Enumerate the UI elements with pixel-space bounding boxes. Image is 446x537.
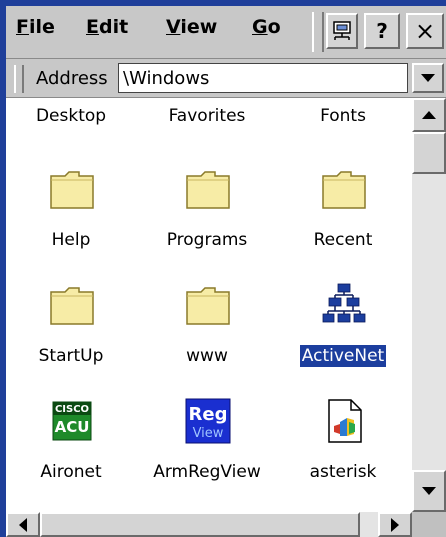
menu-edit-accel: E bbox=[86, 16, 99, 38]
menu-go-label: o bbox=[267, 16, 281, 38]
address-dropdown-button[interactable] bbox=[412, 63, 444, 93]
menu-view-accel: V bbox=[166, 16, 181, 38]
toolbar-grip[interactable] bbox=[312, 12, 324, 52]
item-label: Aironet bbox=[6, 462, 136, 482]
item-label-text: Help bbox=[51, 230, 91, 250]
network-drive-icon bbox=[333, 21, 351, 40]
close-button[interactable]: × bbox=[406, 13, 444, 49]
shortcut-item-aironet[interactable]: CISCO ACU Aironet bbox=[6, 398, 136, 508]
folder-item-www[interactable]: www bbox=[142, 282, 272, 392]
scroll-left-button[interactable] bbox=[6, 512, 40, 537]
menu-edit[interactable]: Edit bbox=[86, 16, 128, 38]
item-label-favorites[interactable]: Favorites bbox=[142, 106, 272, 126]
folder-item-programs[interactable]: Programs bbox=[142, 166, 272, 276]
regview-icon-text-top: Reg bbox=[189, 404, 228, 425]
close-icon: × bbox=[414, 17, 436, 45]
item-label: ActiveNet bbox=[278, 344, 408, 368]
help-button[interactable]: ? bbox=[364, 13, 400, 49]
item-label-text: ArmRegView bbox=[153, 462, 261, 482]
item-label-text: www bbox=[186, 346, 228, 366]
explorer-window: File Edit View Go ? × Address Desktop Fa… bbox=[6, 6, 446, 537]
item-label: ArmRegView bbox=[142, 462, 272, 482]
arrow-right-icon bbox=[391, 517, 399, 532]
folder-item-help[interactable]: Help bbox=[6, 166, 136, 276]
device-frame: File Edit View Go ? × Address Desktop Fa… bbox=[0, 0, 446, 537]
menu-view[interactable]: View bbox=[166, 16, 217, 38]
folder-icon bbox=[186, 287, 230, 325]
item-label: Help bbox=[6, 230, 136, 250]
horizontal-scroll-thumb[interactable] bbox=[40, 512, 360, 537]
menu-bar: File Edit View Go ? × bbox=[6, 6, 446, 59]
item-label-text: Programs bbox=[166, 230, 248, 250]
menu-file-accel: F bbox=[16, 16, 29, 38]
item-label-text: Recent bbox=[313, 230, 373, 250]
vertical-scroll-thumb[interactable] bbox=[412, 132, 446, 174]
scrollbar-corner bbox=[412, 512, 446, 537]
item-label: StartUp bbox=[6, 346, 136, 366]
item-label-desktop[interactable]: Desktop bbox=[6, 106, 136, 126]
address-bar-grip[interactable] bbox=[14, 65, 24, 93]
menu-file-label: ile bbox=[28, 16, 55, 38]
menu-go[interactable]: Go bbox=[252, 16, 281, 38]
arrow-up-icon bbox=[422, 111, 436, 119]
cisco-acu-icon: CISCO ACU bbox=[52, 401, 92, 441]
shortcut-item-armregview[interactable]: Reg View ArmRegView bbox=[142, 398, 272, 508]
network-icon bbox=[322, 283, 366, 323]
vertical-scrollbar[interactable] bbox=[412, 98, 446, 512]
scroll-down-button[interactable] bbox=[412, 470, 446, 512]
folder-item-recent[interactable]: Recent bbox=[278, 166, 408, 276]
item-label: Programs bbox=[142, 230, 272, 250]
sound-file-icon bbox=[328, 399, 362, 443]
arrow-down-icon bbox=[422, 487, 436, 495]
item-label-text: asterisk bbox=[309, 462, 377, 482]
item-label-text: ActiveNet bbox=[298, 344, 388, 368]
scroll-up-button[interactable] bbox=[412, 98, 446, 132]
menu-file[interactable]: File bbox=[16, 16, 55, 38]
folder-icon bbox=[322, 171, 366, 209]
regview-icon-text-bottom: View bbox=[193, 426, 224, 441]
item-label-fonts[interactable]: Fonts bbox=[278, 106, 408, 126]
scroll-right-button[interactable] bbox=[378, 512, 412, 537]
menu-edit-label: dit bbox=[98, 16, 129, 38]
address-input[interactable] bbox=[118, 63, 408, 93]
cisco-acu-icon-text-top: CISCO bbox=[55, 404, 89, 415]
file-list-view[interactable]: Desktop Favorites Fonts Help Programs Re… bbox=[6, 98, 412, 512]
horizontal-scrollbar[interactable] bbox=[6, 512, 412, 537]
arrow-left-icon bbox=[19, 517, 27, 532]
item-label-text: Aironet bbox=[40, 462, 102, 482]
item-label: www bbox=[142, 346, 272, 366]
folder-icon bbox=[50, 287, 94, 325]
address-bar: Address bbox=[6, 59, 446, 98]
folder-icon bbox=[50, 171, 94, 209]
menu-view-label: iew bbox=[180, 16, 218, 38]
file-item-asterisk[interactable]: asterisk bbox=[278, 398, 408, 508]
folder-icon bbox=[186, 171, 230, 209]
menu-go-accel: G bbox=[252, 16, 268, 38]
folder-item-startup[interactable]: StartUp bbox=[6, 282, 136, 392]
chevron-down-icon bbox=[421, 74, 435, 82]
shortcut-item-activenet[interactable]: ActiveNet bbox=[278, 282, 408, 392]
network-toolbar-button[interactable] bbox=[326, 13, 358, 49]
address-label: Address bbox=[36, 68, 108, 89]
item-label-text: StartUp bbox=[38, 346, 104, 366]
item-label: asterisk bbox=[278, 462, 408, 482]
cisco-acu-icon-text-bottom: ACU bbox=[55, 418, 90, 436]
item-label: Recent bbox=[278, 230, 408, 250]
help-button-label: ? bbox=[376, 19, 388, 43]
regview-icon: Reg View bbox=[185, 398, 231, 444]
